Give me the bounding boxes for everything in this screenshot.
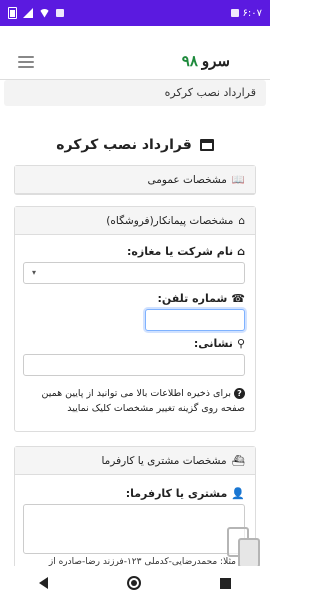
home-icon: ⌂ <box>238 214 245 227</box>
customer-textarea[interactable] <box>23 504 245 554</box>
signal-icon <box>23 8 33 18</box>
page-title-row: قرارداد نصب کرکره <box>0 134 270 156</box>
wifi-icon <box>39 8 50 18</box>
hamburger-icon[interactable] <box>18 56 34 68</box>
contractor-section-header: مشخصات پیمانکار(فروشگاه) ⌂ <box>15 207 255 235</box>
general-section-card[interactable]: مشخصات عمومی 📖 <box>14 165 256 195</box>
customer-section-body: 👤 مشتری یا کارفرما: <box>15 475 255 560</box>
address-label: نشانی: <box>193 337 233 350</box>
recent-apps-icon[interactable] <box>219 577 231 589</box>
app-notification-icon <box>230 9 239 17</box>
back-icon[interactable] <box>39 577 49 589</box>
status-right: ۶:۰۷ <box>230 7 262 19</box>
company-label-row: ⌂ نام شرکت یا مغازه: <box>25 245 245 258</box>
app-header: سرو ۹۸ <box>0 46 270 80</box>
status-time: ۶:۰۷ <box>242 7 262 19</box>
system-nav-bar <box>0 566 270 600</box>
status-left <box>8 7 64 19</box>
home-button-icon[interactable] <box>126 576 141 590</box>
window-icon <box>199 139 214 151</box>
address-label-row: ⚲ نشانی: <box>25 337 245 350</box>
breadcrumb: قرارداد نصب کرکره <box>4 80 266 106</box>
home-icon: ⌂ <box>237 245 245 258</box>
page-title: قرارداد نصب کرکره <box>56 137 192 153</box>
customer-label: مشتری یا کارفرما: <box>125 487 228 500</box>
customer-section-header: مشخصات مشتری یا کارفرما ⛴ <box>15 447 255 475</box>
copy-icon[interactable] <box>224 524 266 572</box>
customer-label-row: 👤 مشتری یا کارفرما: <box>25 487 245 500</box>
phone-label: شماره تلفن: <box>157 292 228 305</box>
company-select[interactable]: ▾ <box>23 262 245 284</box>
user-icon: 👤 <box>231 487 245 500</box>
general-section-header[interactable]: مشخصات عمومی 📖 <box>15 166 255 194</box>
ship-icon: ⛴ <box>231 455 245 467</box>
contractor-section-card: مشخصات پیمانکار(فروشگاه) ⌂ ⌂ نام شرکت یا… <box>14 206 256 432</box>
brand-word: سرو <box>201 52 230 70</box>
phone-label-row: ☎ شماره تلفن: <box>25 292 245 305</box>
general-section-title: مشخصات عمومی <box>147 173 227 186</box>
battery-icon <box>8 7 17 19</box>
chevron-down-icon: ▾ <box>32 268 37 277</box>
question-icon: ? <box>234 388 245 399</box>
save-info-note: ?برای ذخیره اطلاعات بالا می توانید از پا… <box>25 386 245 416</box>
phone-icon: ☎ <box>231 292 245 305</box>
save-info-text: برای ذخیره اطلاعات بالا می توانید از پای… <box>41 388 245 414</box>
customer-section-title: مشخصات مشتری یا کارفرما <box>101 454 227 467</box>
location-pin-icon: ⚲ <box>236 337 245 350</box>
contractor-section-title: مشخصات پیمانکار(فروشگاه) <box>106 214 234 227</box>
brand-logo[interactable]: سرو ۹۸ <box>182 52 230 70</box>
phone-input[interactable] <box>145 309 245 331</box>
company-label: نام شرکت یا مغازه: <box>126 245 234 258</box>
contractor-section-body: ⌂ نام شرکت یا مغازه: ▾ ☎ شماره تلفن: ⚲ ن… <box>15 235 255 422</box>
notification-icon <box>56 9 64 17</box>
status-bar: ۶:۰۷ <box>0 0 270 26</box>
address-input[interactable] <box>23 354 245 376</box>
book-icon: 📖 <box>231 174 245 186</box>
brand-number: ۹۸ <box>181 52 198 70</box>
